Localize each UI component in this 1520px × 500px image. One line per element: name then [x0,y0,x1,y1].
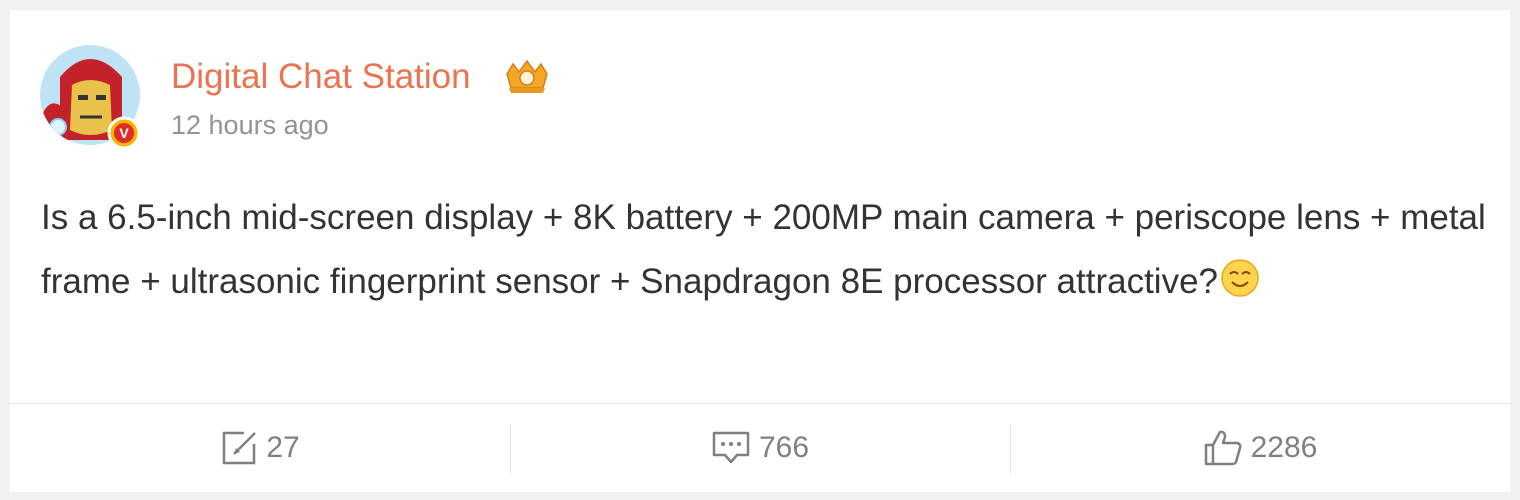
svg-text:V: V [119,125,129,141]
weibo-post-card: V Digital Chat Station 12 hours ago Is a… [10,10,1510,492]
comment-button[interactable]: 766 [510,404,1010,492]
like-icon [1204,430,1242,466]
author-name[interactable]: Digital Chat Station [171,57,471,97]
verified-badge-icon: V [107,116,141,150]
crown-level-icon[interactable] [503,58,551,96]
repost-icon [223,431,257,465]
comment-count: 766 [758,431,810,464]
comment-icon [712,431,750,464]
like-count: 2286 [1250,431,1318,464]
action-bar: 27 766 2286 [10,404,1510,492]
like-button[interactable]: 2286 [1010,404,1510,492]
post-text-body: Is a 6.5-inch mid-screen display + 8K ba… [41,198,1486,301]
post-text: Is a 6.5-inch mid-screen display + 8K ba… [41,186,1491,314]
smile-emoji-icon [1221,259,1259,297]
repost-button[interactable]: 27 [10,404,510,492]
repost-count: 27 [266,431,300,464]
post-time: 12 hours ago [171,110,329,140]
